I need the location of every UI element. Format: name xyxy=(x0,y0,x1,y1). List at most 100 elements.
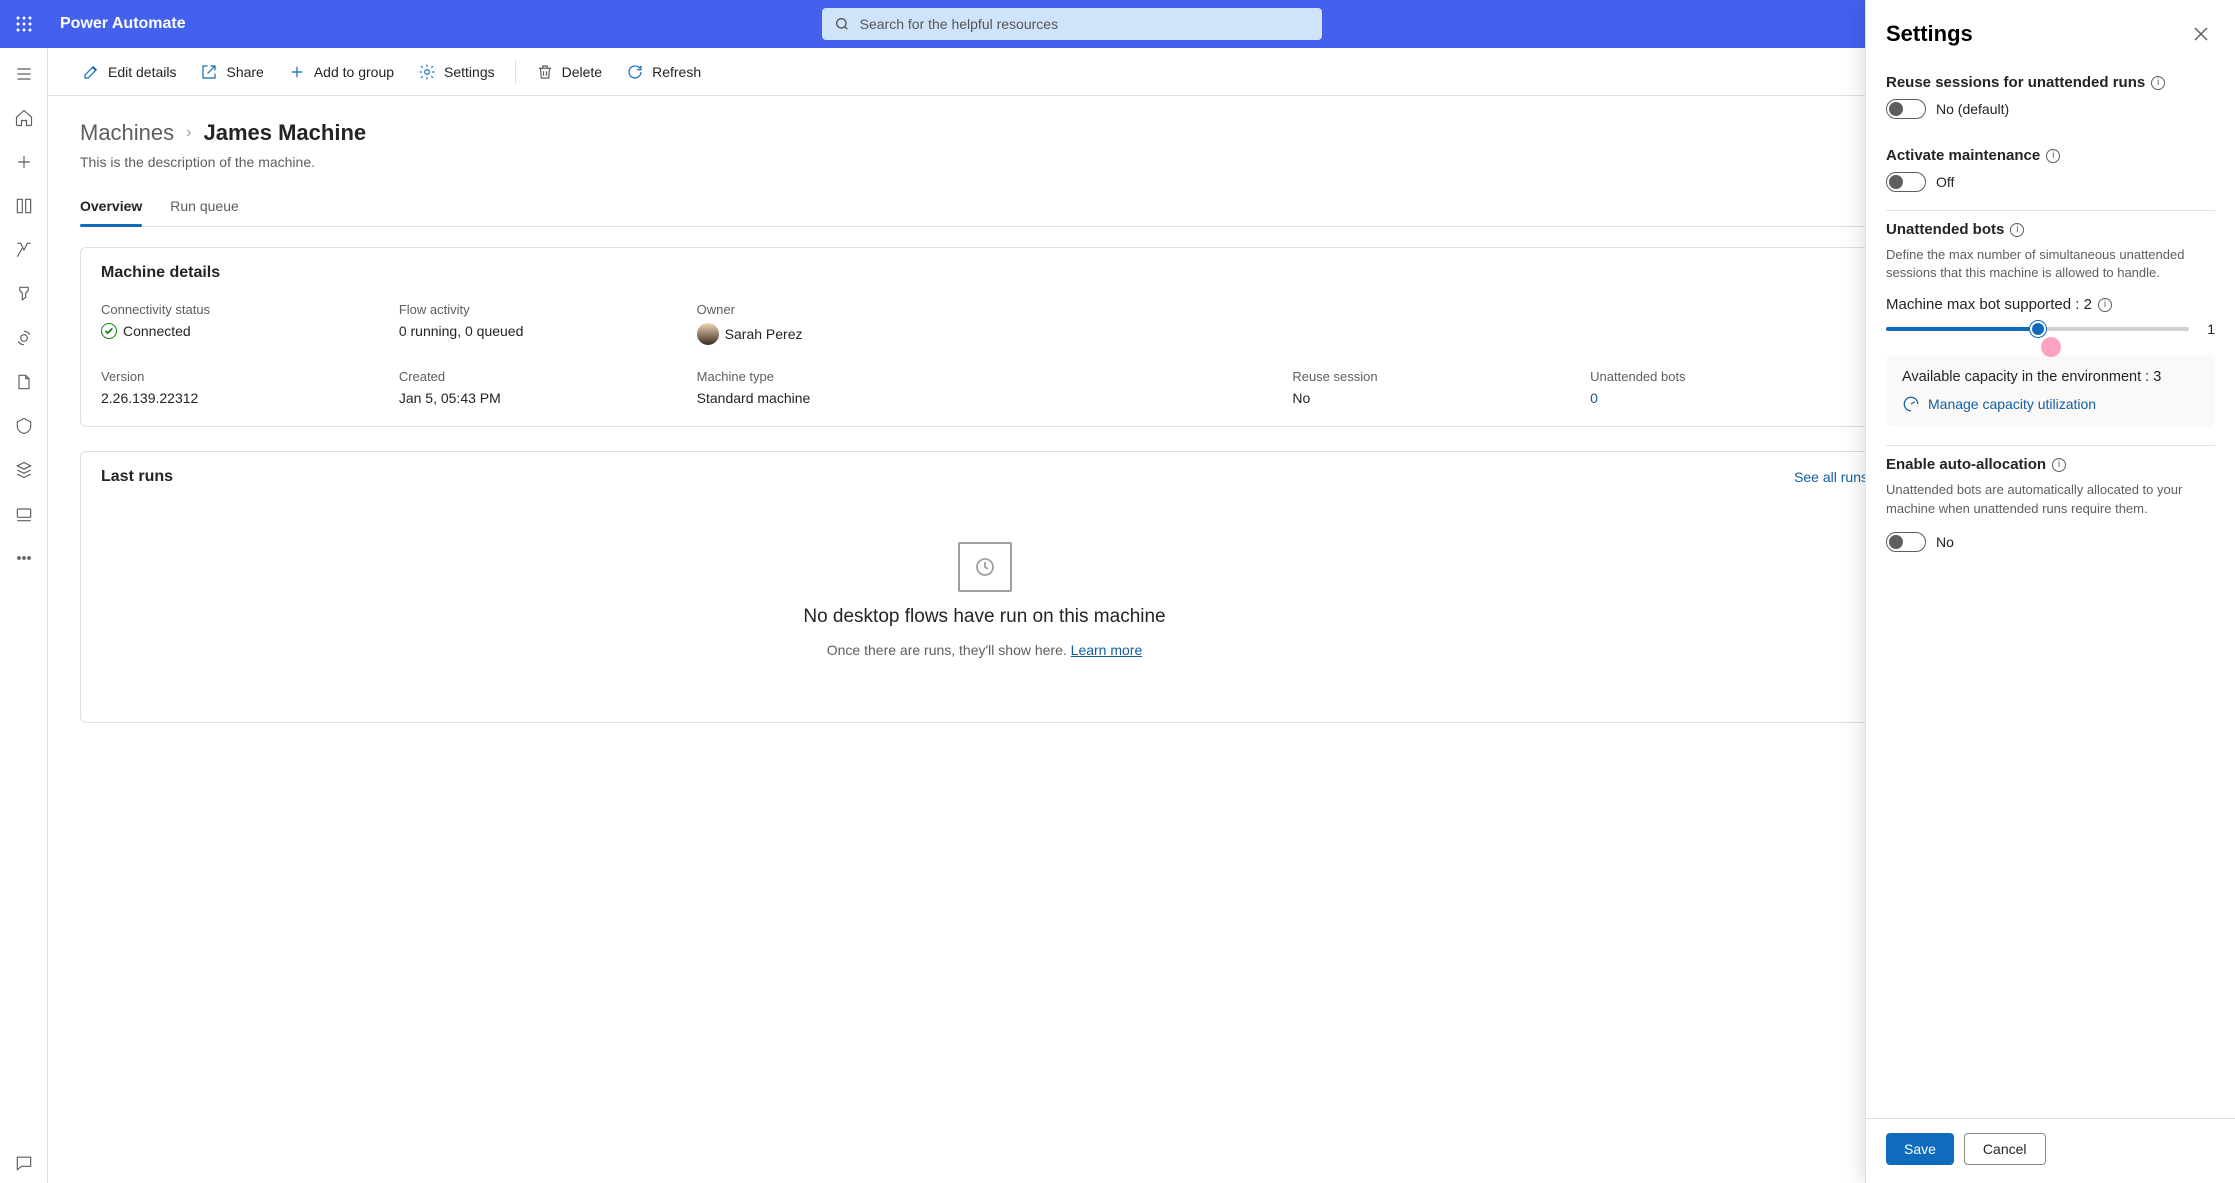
delete-label: Delete xyxy=(562,64,602,80)
last-runs-title: Last runs xyxy=(101,468,173,486)
history-empty-icon xyxy=(958,542,1012,592)
activate-maintenance-label: Activate maintenance xyxy=(1886,147,2040,164)
nav-machines[interactable] xyxy=(4,494,44,534)
info-icon[interactable]: i xyxy=(2098,298,2112,312)
reuse-session-value: No xyxy=(1292,390,1570,406)
edit-details-label: Edit details xyxy=(108,64,176,80)
info-icon[interactable]: i xyxy=(2010,223,2024,237)
gauge-icon xyxy=(1902,395,1920,413)
empty-state-title: No desktop flows have run on this machin… xyxy=(803,606,1165,628)
info-icon[interactable]: i xyxy=(2046,149,2060,163)
pencil-icon xyxy=(82,63,100,81)
manage-capacity-link[interactable]: Manage capacity utilization xyxy=(1902,395,2199,413)
nav-more[interactable] xyxy=(4,538,44,578)
add-to-group-label: Add to group xyxy=(314,64,394,80)
activate-maintenance-value: Off xyxy=(1936,174,1954,190)
refresh-icon xyxy=(626,63,644,81)
nav-process[interactable] xyxy=(4,362,44,402)
flow-activity-label: Flow activity xyxy=(399,302,677,317)
breadcrumb-current: James Machine xyxy=(203,120,366,146)
reuse-session-label: Reuse session xyxy=(1292,369,1570,384)
divider xyxy=(515,60,516,84)
learn-more-link[interactable]: Learn more xyxy=(1071,642,1143,658)
slider-value: 1 xyxy=(2201,321,2215,337)
search-input[interactable]: Search for the helpful resources xyxy=(822,8,1322,40)
empty-state-subtitle: Once there are runs, they'll show here. … xyxy=(827,642,1143,658)
see-all-runs-link[interactable]: See all runs xyxy=(1794,469,1868,485)
breadcrumb-root[interactable]: Machines xyxy=(80,120,174,146)
owner-label: Owner xyxy=(697,302,1868,317)
refresh-label: Refresh xyxy=(652,64,701,80)
capacity-box: Available capacity in the environment : … xyxy=(1886,355,2215,427)
flow-activity-value: 0 running, 0 queued xyxy=(399,323,677,339)
avatar-icon xyxy=(697,323,719,345)
save-button[interactable]: Save xyxy=(1886,1133,1954,1165)
cursor-indicator xyxy=(2041,337,2061,357)
chevron-right-icon: › xyxy=(186,124,191,142)
nav-flows[interactable] xyxy=(4,230,44,270)
reuse-sessions-value: No (default) xyxy=(1936,101,2009,117)
machine-details-card: Machine details Connectivity status Conn… xyxy=(80,247,1889,427)
left-nav-rail xyxy=(0,48,48,1183)
bots-value[interactable]: 0 xyxy=(1590,390,1868,406)
delete-button[interactable]: Delete xyxy=(526,54,612,90)
edit-details-button[interactable]: Edit details xyxy=(72,54,186,90)
owner-value: Sarah Perez xyxy=(697,323,1868,345)
settings-panel: Settings Reuse sessions for unattended r… xyxy=(1865,0,2235,1183)
trash-icon xyxy=(536,63,554,81)
search-placeholder: Search for the helpful resources xyxy=(860,16,1058,32)
plus-icon xyxy=(288,63,306,81)
enable-auto-allocation-toggle[interactable] xyxy=(1886,532,1926,552)
bots-label: Unattended bots xyxy=(1590,369,1868,384)
last-runs-card: Last runs See all runs No desktop flows … xyxy=(80,451,1889,723)
settings-button[interactable]: Settings xyxy=(408,54,505,90)
reuse-sessions-toggle[interactable] xyxy=(1886,99,1926,119)
nav-create[interactable] xyxy=(4,142,44,182)
nav-ai[interactable] xyxy=(4,318,44,358)
enable-auto-allocation-value: No xyxy=(1936,534,1954,550)
nav-solutions[interactable] xyxy=(4,406,44,446)
nav-collapse-button[interactable] xyxy=(4,54,44,94)
conn-status-value: Connected xyxy=(101,323,379,339)
enable-auto-allocation-label: Enable auto-allocation xyxy=(1886,456,2046,473)
machine-details-title: Machine details xyxy=(81,248,1888,298)
refresh-button[interactable]: Refresh xyxy=(616,54,711,90)
tab-overview[interactable]: Overview xyxy=(80,188,142,226)
version-value: 2.26.139.22312 xyxy=(101,390,379,406)
check-icon xyxy=(101,323,117,339)
machine-type-label: Machine type xyxy=(697,369,1273,384)
machine-type-value: Standard machine xyxy=(697,390,1273,406)
share-label: Share xyxy=(226,64,263,80)
search-icon xyxy=(834,16,850,32)
nav-connections[interactable] xyxy=(4,450,44,490)
created-value: Jan 5, 05:43 PM xyxy=(399,390,677,406)
tab-run-queue[interactable]: Run queue xyxy=(170,188,239,226)
nav-ask[interactable] xyxy=(4,1143,44,1183)
product-name: Power Automate xyxy=(60,15,186,33)
created-label: Created xyxy=(399,369,677,384)
settings-panel-title: Settings xyxy=(1886,21,1973,47)
app-launcher-button[interactable] xyxy=(0,0,48,48)
nav-home[interactable] xyxy=(4,98,44,138)
slider-thumb[interactable] xyxy=(2030,321,2046,337)
enable-auto-allocation-description: Unattended bots are automatically alloca… xyxy=(1886,481,2215,517)
activate-maintenance-toggle[interactable] xyxy=(1886,172,1926,192)
nav-templates[interactable] xyxy=(4,186,44,226)
info-icon[interactable]: i xyxy=(2052,458,2066,472)
nav-monitor[interactable] xyxy=(4,274,44,314)
cancel-button[interactable]: Cancel xyxy=(1964,1133,2046,1165)
max-bot-supported-label: Machine max bot supported : 2 xyxy=(1886,296,2092,313)
info-icon[interactable]: i xyxy=(2151,76,2165,90)
settings-label: Settings xyxy=(444,64,495,80)
add-to-group-button[interactable]: Add to group xyxy=(278,54,404,90)
reuse-sessions-label: Reuse sessions for unattended runs xyxy=(1886,74,2145,91)
bots-slider[interactable] xyxy=(1886,327,2189,331)
slider-fill xyxy=(1886,327,2038,331)
share-button[interactable]: Share xyxy=(190,54,273,90)
unattended-bots-description: Define the max number of simultaneous un… xyxy=(1886,246,2215,282)
share-icon xyxy=(200,63,218,81)
capacity-label: Available capacity in the environment : … xyxy=(1902,369,2199,385)
close-icon xyxy=(2194,27,2208,41)
close-panel-button[interactable] xyxy=(2187,20,2215,48)
gear-icon xyxy=(418,63,436,81)
